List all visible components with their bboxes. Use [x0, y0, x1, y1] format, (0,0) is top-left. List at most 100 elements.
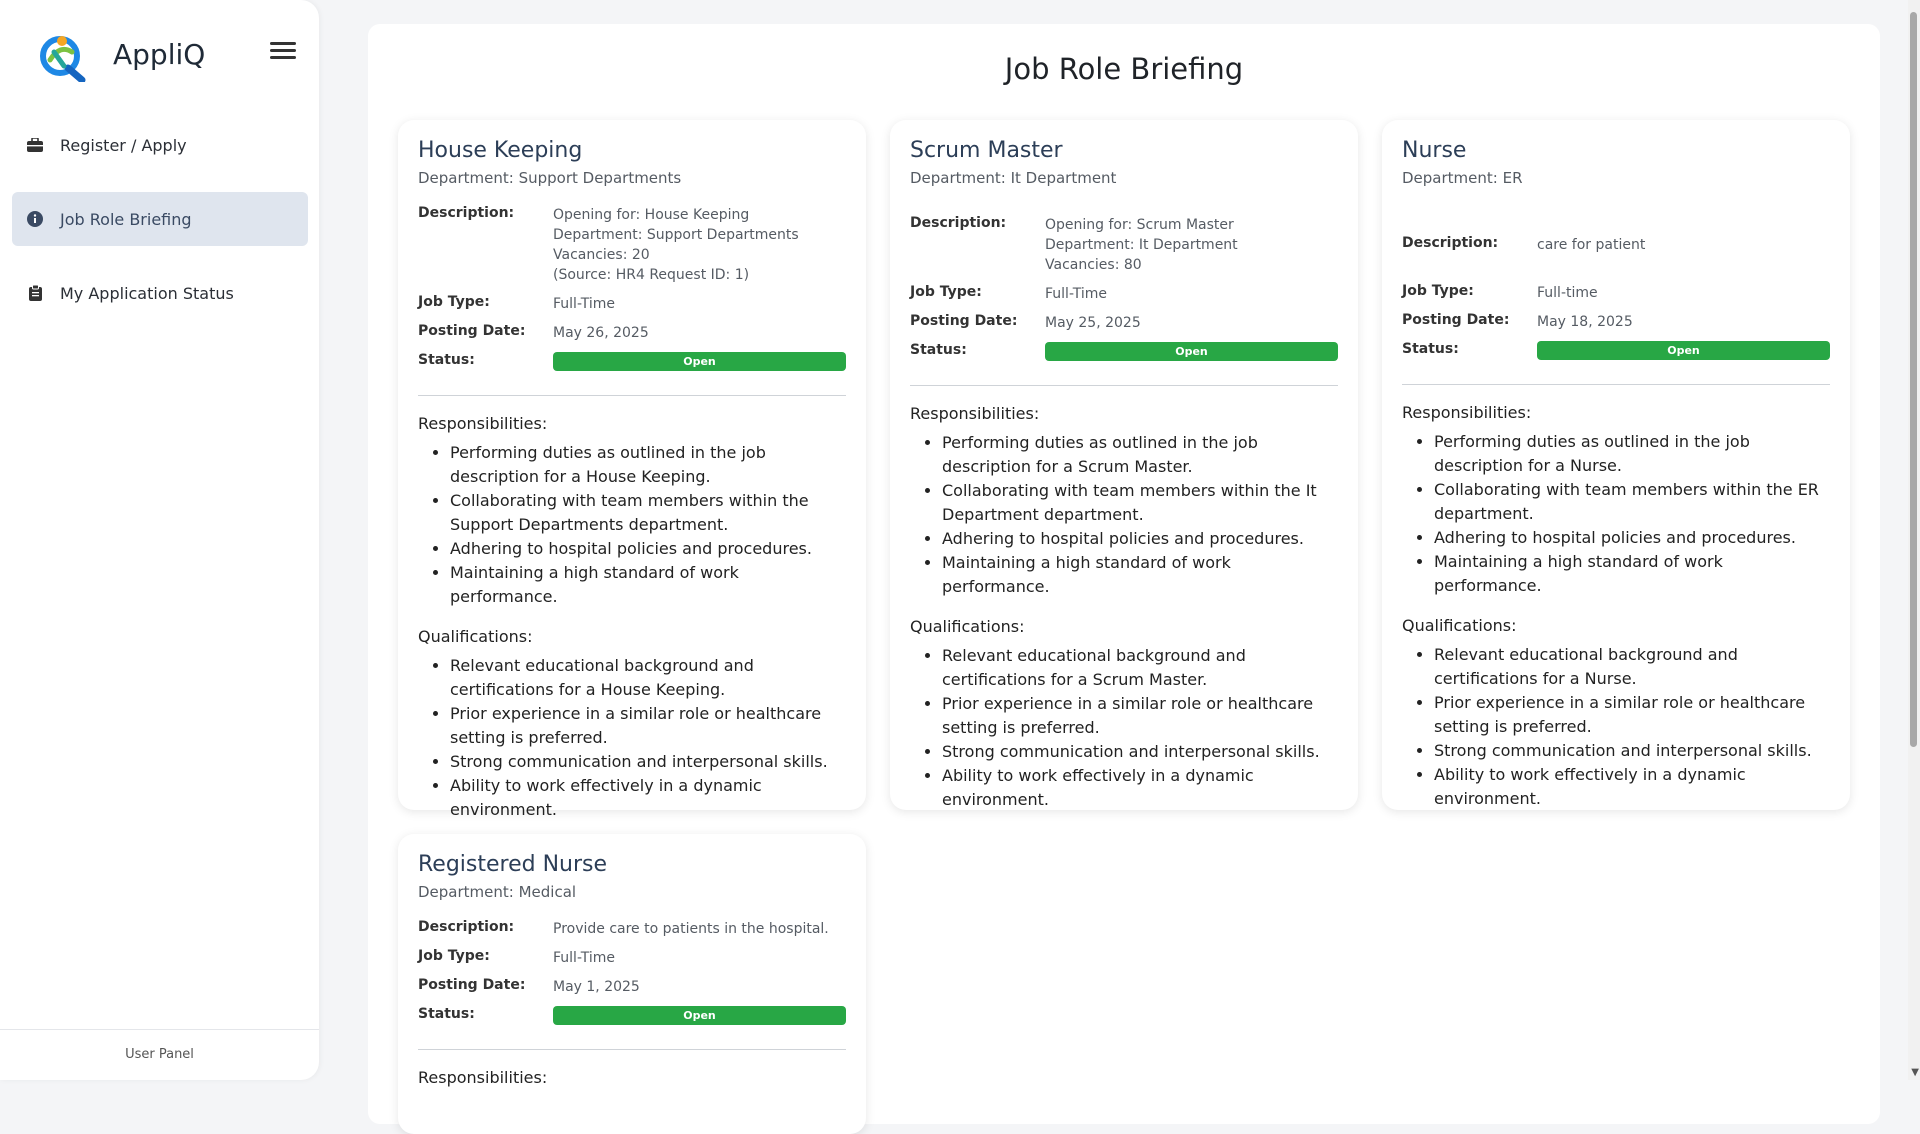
hamburger-icon[interactable] — [270, 42, 296, 64]
status-row: Status: Open — [910, 342, 1338, 361]
responsibilities-heading: Responsibilities: — [418, 1068, 548, 1087]
description-row: Description: Opening for: Scrum Master D… — [910, 215, 1338, 275]
description-row: Description: care for patient — [1402, 235, 1830, 255]
job-card: Registered Nurse Department: Medical Des… — [398, 834, 866, 1134]
job-title: Scrum Master — [910, 138, 1063, 163]
status-label: Status: — [418, 1006, 475, 1022]
list-item: Relevant educational background and cert… — [450, 654, 846, 702]
job-department: Department: Medical — [418, 883, 577, 901]
responsibilities-heading: Responsibilities: — [1402, 403, 1532, 422]
list-item: Strong communication and interpersonal s… — [450, 750, 846, 774]
sidebar-item-label: Job Role Briefing — [60, 209, 192, 229]
list-item: Performing duties as outlined in the job… — [450, 441, 846, 489]
responsibilities-list: Performing duties as outlined in the job… — [1402, 430, 1830, 598]
status-label: Status: — [910, 342, 967, 358]
list-item: Ability to work effectively in a dynamic… — [1434, 763, 1830, 811]
list-item: Strong communication and interpersonal s… — [942, 740, 1338, 764]
scroll-down-arrow-icon[interactable]: ▼ — [1911, 1067, 1919, 1078]
sidebar-item-my-application-status[interactable]: My Application Status — [12, 266, 308, 320]
job-type-value: Full-Time — [1045, 286, 1107, 302]
job-type-label: Job Type: — [910, 284, 982, 300]
status-badge: Open — [553, 352, 846, 371]
job-title: Nurse — [1402, 138, 1467, 163]
sidebar: AppliQ Register / Apply Job Role Briefin… — [0, 0, 319, 1080]
job-type-label: Job Type: — [1402, 283, 1474, 299]
status-row: Status: Open — [1402, 341, 1830, 360]
posting-date-row: Posting Date: May 26, 2025 — [418, 323, 846, 343]
status-label: Status: — [1402, 341, 1459, 357]
status-row: Status: Open — [418, 1006, 846, 1025]
posting-date-value: May 25, 2025 — [1045, 315, 1141, 331]
status-badge: Open — [1045, 342, 1338, 361]
job-card: Scrum Master Department: It Department D… — [890, 120, 1358, 810]
qualifications-heading: Qualifications: — [1402, 616, 1517, 635]
app-name: AppliQ — [113, 38, 206, 71]
job-department: Department: It Department — [910, 169, 1117, 187]
sidebar-item-label: Register / Apply — [60, 135, 187, 155]
description-value: Provide care to patients in the hospital… — [553, 921, 829, 937]
qualifications-list: Relevant educational background and cert… — [910, 644, 1338, 812]
job-title: Registered Nurse — [418, 852, 608, 877]
divider — [418, 1049, 846, 1050]
description-value: care for patient — [1537, 237, 1646, 253]
posting-date-label: Posting Date: — [418, 977, 526, 993]
description-label: Description: — [910, 215, 1007, 231]
job-title: House Keeping — [418, 138, 583, 163]
list-item: Collaborating with team members within t… — [450, 489, 846, 537]
job-type-row: Job Type: Full-Time — [910, 284, 1338, 304]
posting-date-value: May 26, 2025 — [553, 325, 649, 341]
qualifications-list: Relevant educational background and cert… — [1402, 643, 1830, 811]
briefcase-icon — [26, 136, 44, 154]
posting-date-row: Posting Date: May 18, 2025 — [1402, 312, 1830, 332]
list-item: Adhering to hospital policies and proced… — [450, 537, 846, 561]
posting-date-label: Posting Date: — [1402, 312, 1510, 328]
status-row: Status: Open — [418, 352, 846, 371]
list-item: Ability to work effectively in a dynamic… — [942, 764, 1338, 812]
description-row: Description: Opening for: House Keeping … — [418, 205, 846, 285]
status-badge: Open — [553, 1006, 846, 1025]
responsibilities-heading: Responsibilities: — [418, 414, 548, 433]
sidebar-nav: Register / Apply Job Role Briefing My Ap… — [12, 118, 308, 340]
list-item: Maintaining a high standard of work perf… — [1434, 550, 1830, 598]
sidebar-item-job-role-briefing[interactable]: Job Role Briefing — [12, 192, 308, 246]
description-value: Opening for: House Keeping Department: S… — [553, 207, 799, 283]
job-type-label: Job Type: — [418, 948, 490, 964]
page-title: Job Role Briefing — [1004, 52, 1244, 86]
description-label: Description: — [1402, 235, 1499, 251]
list-item: Performing duties as outlined in the job… — [942, 431, 1338, 479]
responsibilities-list: Performing duties as outlined in the job… — [418, 441, 846, 609]
list-item: Strong communication and interpersonal s… — [1434, 739, 1830, 763]
list-item: Prior experience in a similar role or he… — [1434, 691, 1830, 739]
qualifications-heading: Qualifications: — [418, 627, 533, 646]
list-item: Prior experience in a similar role or he… — [450, 702, 846, 750]
list-item: Collaborating with team members within t… — [942, 479, 1338, 527]
posting-date-label: Posting Date: — [418, 323, 526, 339]
posting-date-row: Posting Date: May 25, 2025 — [910, 313, 1338, 333]
list-item: Performing duties as outlined in the job… — [1434, 430, 1830, 478]
sidebar-footer: User Panel — [0, 1029, 319, 1080]
sidebar-item-register-apply[interactable]: Register / Apply — [12, 118, 308, 172]
description-label: Description: — [418, 205, 515, 221]
divider — [1402, 384, 1830, 385]
job-type-value: Full-Time — [553, 950, 615, 966]
status-label: Status: — [418, 352, 475, 368]
job-type-label: Job Type: — [418, 294, 490, 310]
posting-date-value: May 1, 2025 — [553, 979, 640, 995]
list-item: Relevant educational background and cert… — [942, 644, 1338, 692]
job-type-row: Job Type: Full-Time — [418, 294, 846, 314]
list-item: Prior experience in a similar role or he… — [942, 692, 1338, 740]
list-item: Maintaining a high standard of work perf… — [450, 561, 846, 609]
page-scrollbar[interactable]: ▼ — [1908, 0, 1920, 1080]
qualifications-heading: Qualifications: — [910, 617, 1025, 636]
status-badge: Open — [1537, 341, 1830, 360]
list-item: Adhering to hospital policies and proced… — [942, 527, 1338, 551]
job-department: Department: Support Departments — [418, 169, 682, 187]
posting-date-value: May 18, 2025 — [1537, 314, 1633, 330]
job-department: Department: ER — [1402, 169, 1523, 187]
list-item: Maintaining a high standard of work perf… — [942, 551, 1338, 599]
list-item: Relevant educational background and cert… — [1434, 643, 1830, 691]
sidebar-item-label: My Application Status — [60, 283, 234, 303]
scrollbar-thumb[interactable] — [1910, 12, 1917, 747]
divider — [418, 395, 846, 396]
list-item: Ability to work effectively in a dynamic… — [450, 774, 846, 822]
